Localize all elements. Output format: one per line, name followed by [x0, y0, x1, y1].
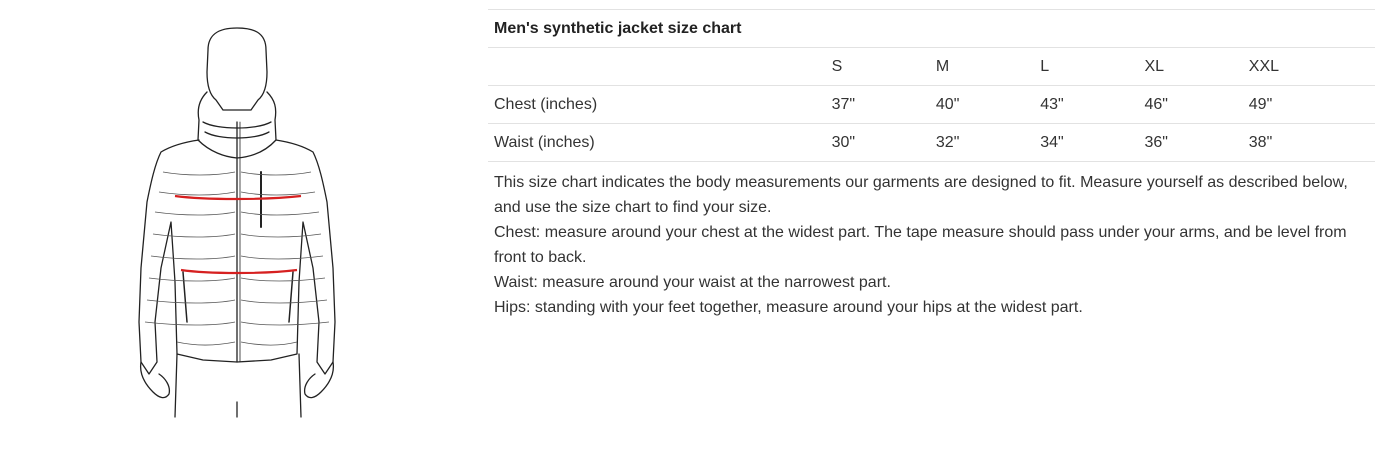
header-empty-cell — [488, 47, 832, 86]
size-chart: Men's synthetic jacket size chart S M L … — [488, 9, 1375, 320]
size-header: M — [935, 47, 1041, 86]
table-title-row: Men's synthetic jacket size chart — [488, 9, 1375, 48]
chart-title: Men's synthetic jacket size chart — [488, 9, 1375, 48]
waist-row: Waist (inches) 30" 32" 34" 36" 38" — [488, 123, 1375, 162]
row-label: Chest (inches) — [488, 85, 832, 124]
jacket-illustration — [125, 22, 355, 422]
measurement-cell: 43" — [1040, 85, 1145, 124]
measurement-instructions: This size chart indicates the body measu… — [488, 162, 1375, 320]
size-header: XXL — [1248, 47, 1375, 86]
measurement-cell: 46" — [1144, 85, 1249, 124]
measurement-cell: 36" — [1144, 123, 1249, 162]
chest-row: Chest (inches) 37" 40" 43" 46" 49" — [488, 85, 1375, 124]
chest-note: Chest: measure around your chest at the … — [494, 224, 1347, 266]
size-header: S — [831, 47, 936, 86]
size-header-row: S M L XL XXL — [488, 47, 1375, 86]
waist-measure-line — [180, 268, 298, 275]
measurement-cell: 49" — [1248, 85, 1375, 124]
hips-note: Hips: standing with your feet together, … — [494, 299, 1083, 316]
chest-measure-line — [174, 194, 302, 201]
row-label: Waist (inches) — [488, 123, 832, 162]
waist-note: Waist: measure around your waist at the … — [494, 274, 891, 291]
measurement-cell: 32" — [935, 123, 1041, 162]
measurement-cell: 38" — [1248, 123, 1375, 162]
size-header: XL — [1144, 47, 1249, 86]
measurement-cell: 34" — [1040, 123, 1145, 162]
intro-note: This size chart indicates the body measu… — [494, 174, 1348, 216]
measurement-cell: 30" — [831, 123, 936, 162]
measurement-cell: 40" — [935, 85, 1041, 124]
size-table: Men's synthetic jacket size chart S M L … — [488, 9, 1375, 162]
measurement-cell: 37" — [831, 85, 936, 124]
size-header: L — [1040, 47, 1145, 86]
